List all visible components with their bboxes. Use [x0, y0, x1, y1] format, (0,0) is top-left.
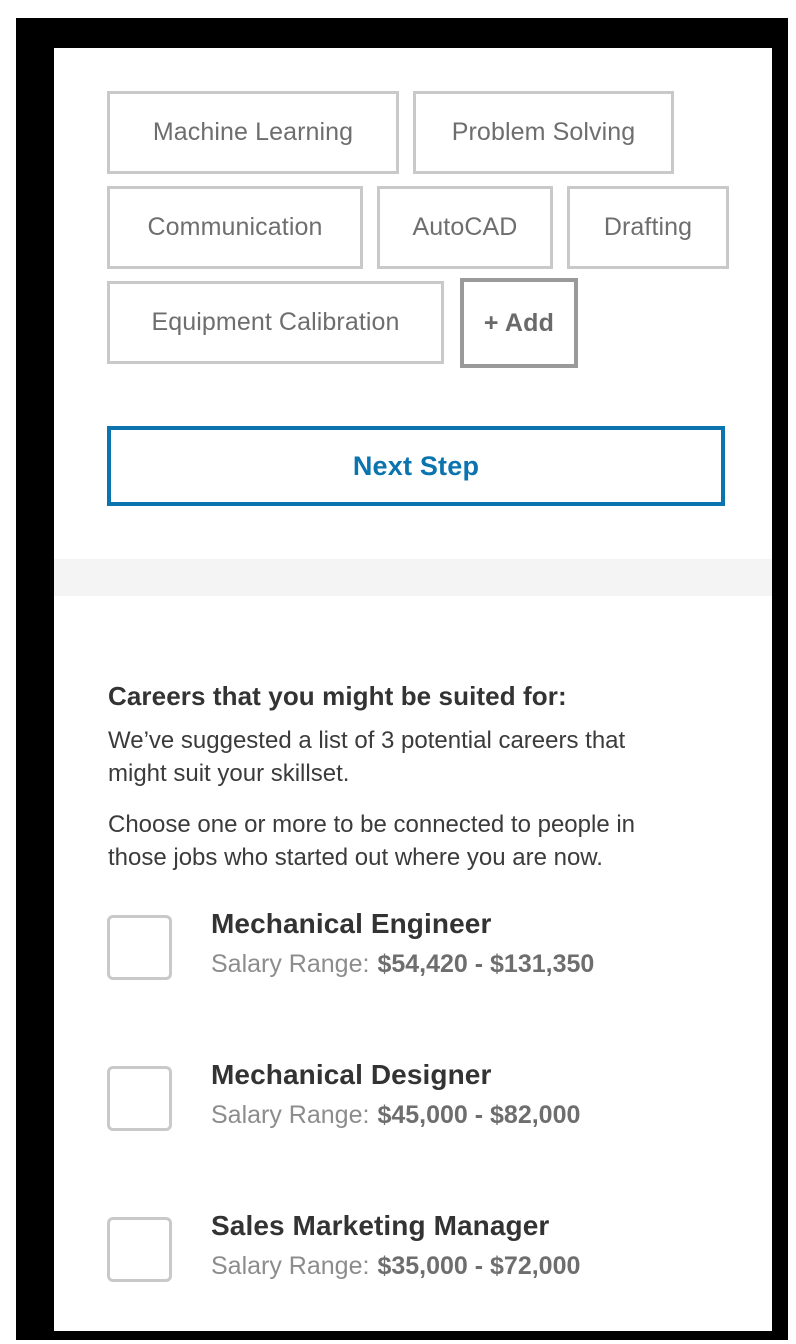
- skill-chip-autocad[interactable]: AutoCAD: [377, 186, 553, 269]
- skill-chip-label: Drafting: [603, 213, 693, 241]
- skill-chip-row-2: Communication AutoCAD Drafting: [107, 186, 772, 269]
- salary-range-value: $35,000 - $72,000: [377, 1252, 581, 1280]
- career-title: Sales Marketing Manager: [211, 1210, 550, 1241]
- salary-range-label: Salary Range:: [211, 1252, 370, 1280]
- career-text-block: Mechanical Engineer Salary Range: $54,420…: [211, 906, 594, 980]
- salary-range-value: $54,420 - $131,350: [377, 950, 595, 978]
- career-checkbox[interactable]: [107, 915, 172, 980]
- career-option-sales-marketing-manager[interactable]: Sales Marketing Manager Salary Range: $35…: [107, 1208, 772, 1282]
- career-text-block: Sales Marketing Manager Salary Range: $35…: [211, 1208, 580, 1282]
- skill-chip-label: Machine Learning: [152, 118, 354, 146]
- career-checkbox[interactable]: [107, 1217, 172, 1282]
- careers-description-1: We’ve suggested a list of 3 potential ca…: [108, 727, 626, 787]
- skill-chip-machine-learning[interactable]: Machine Learning: [107, 91, 399, 174]
- careers-description-2: Choose one or more to be connected to pe…: [108, 811, 636, 871]
- career-text-block: Mechanical Designer Salary Range: $45,000…: [211, 1057, 580, 1131]
- skill-chip-equipment-calibration[interactable]: Equipment Calibration: [107, 281, 444, 364]
- add-skill-button[interactable]: + Add: [460, 278, 578, 368]
- skill-chip-label: Problem Solving: [451, 118, 636, 146]
- career-option-mechanical-engineer[interactable]: Mechanical Engineer Salary Range: $54,420…: [107, 906, 772, 980]
- skill-chip-label: Equipment Calibration: [151, 308, 400, 336]
- career-salary-line: Salary Range: $45,000 - $82,000: [211, 1099, 580, 1131]
- skill-chip-drafting[interactable]: Drafting: [567, 186, 729, 269]
- career-title: Mechanical Engineer: [211, 908, 492, 939]
- skill-chip-communication[interactable]: Communication: [107, 186, 363, 269]
- career-option-mechanical-designer[interactable]: Mechanical Designer Salary Range: $45,000…: [107, 1057, 772, 1131]
- salary-range-value: $45,000 - $82,000: [377, 1101, 581, 1129]
- skills-section: Machine Learning Problem Solving Communi…: [54, 48, 772, 380]
- next-step-label: Next Step: [352, 450, 480, 481]
- career-salary-line: Salary Range: $54,420 - $131,350: [211, 948, 594, 980]
- salary-range-label: Salary Range:: [211, 1101, 370, 1129]
- skill-chip-problem-solving[interactable]: Problem Solving: [413, 91, 674, 174]
- skill-chip-label: Communication: [147, 213, 323, 241]
- app-screen: Machine Learning Problem Solving Communi…: [54, 48, 772, 1331]
- add-skill-label: + Add: [483, 308, 555, 337]
- device-frame: Machine Learning Problem Solving Communi…: [16, 18, 788, 1340]
- career-salary-line: Salary Range: $35,000 - $72,000: [211, 1250, 580, 1282]
- salary-range-label: Salary Range:: [211, 950, 370, 978]
- skill-chip-row-3: Equipment Calibration + Add: [107, 278, 772, 368]
- section-divider: [54, 559, 772, 596]
- career-list: Mechanical Engineer Salary Range: $54,420…: [54, 906, 772, 1331]
- career-title: Mechanical Designer: [211, 1059, 492, 1090]
- careers-heading: Careers that you might be suited for:: [108, 681, 567, 711]
- skill-chip-row-1: Machine Learning Problem Solving: [107, 91, 772, 174]
- skill-chip-label: AutoCAD: [412, 213, 518, 241]
- career-checkbox[interactable]: [107, 1066, 172, 1131]
- next-step-button[interactable]: Next Step: [107, 426, 725, 506]
